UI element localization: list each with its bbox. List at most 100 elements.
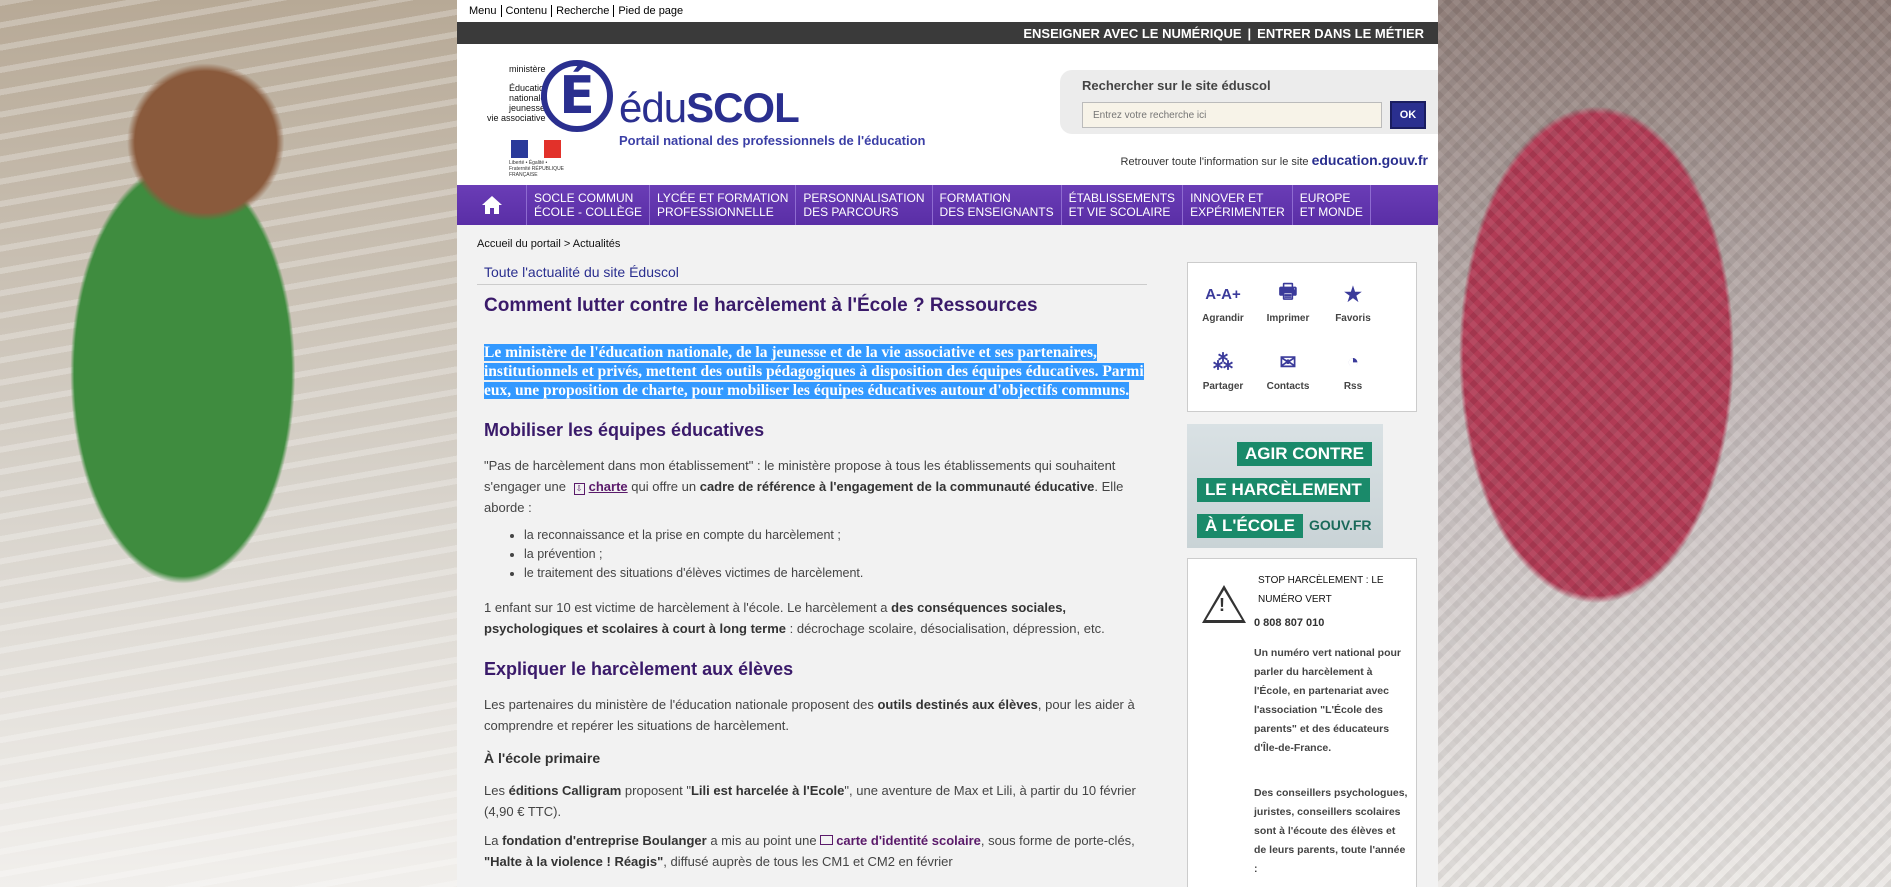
flag-caption: Liberté • Égalité • Fraternité RÉPUBLIQU…	[509, 160, 565, 178]
stop-harcelement-box: ! STOP HARCÈLEMENT : LE NUMÉRO VERT 0 80…	[1187, 558, 1417, 887]
nav-item-personnalisation[interactable]: Personnalisation des parcours	[796, 185, 933, 225]
section-heading-expliquer: Expliquer le harcèlement aux élèves	[484, 659, 794, 679]
tool-rss[interactable]: ◔ Rss	[1323, 349, 1383, 393]
paragraph-charte: "Pas de harcèlement dans mon établisseme…	[484, 455, 1154, 518]
skip-link-footer[interactable]: Pied de page	[614, 5, 687, 17]
nav-line: Innover et	[1190, 191, 1264, 205]
nav-line: Lycée et formation	[657, 191, 789, 205]
lead-text: Le ministère de l'éducation nationale, d…	[484, 344, 1144, 399]
nav-line: Établissements	[1068, 191, 1176, 205]
warning-mark: !	[1219, 595, 1225, 615]
background-photo-left	[0, 0, 457, 887]
eduscol-wordmark[interactable]: éduSCOL	[619, 84, 800, 132]
text: Les partenaires du ministère de l'éducat…	[484, 697, 874, 712]
nav-line: expérimenter	[1190, 205, 1285, 219]
page-container: Menu Contenu Recherche Pied de page ENSE…	[457, 0, 1438, 887]
stop-description: Un numéro vert national pour parler du h…	[1254, 647, 1402, 754]
nav-home[interactable]	[457, 185, 527, 225]
printer-icon: 🖶	[1278, 281, 1298, 303]
breadcrumb-home[interactable]: Accueil du portail	[477, 238, 561, 250]
skip-link-content[interactable]: Contenu	[502, 5, 553, 17]
search-input[interactable]	[1082, 102, 1382, 128]
nav-item-formation[interactable]: Formation des enseignants	[933, 185, 1062, 225]
topbar-link-numerique[interactable]: ENSEIGNER AVEC LE NUMÉRIQUE	[1017, 26, 1247, 41]
text: proposent "	[624, 783, 691, 798]
stop-description-2: Des conseillers psychologues, juristes, …	[1254, 787, 1408, 875]
rss-icon: ◔	[1346, 350, 1360, 373]
text: a mis au point une	[710, 833, 817, 848]
article-title: Comment lutter contre le harcèlement à l…	[484, 295, 1038, 316]
skip-link-menu[interactable]: Menu	[465, 5, 502, 17]
tool-partager[interactable]: ⁂ Partager	[1193, 349, 1253, 393]
topbar-link-metier[interactable]: ENTRER DANS LE MÉTIER	[1251, 26, 1430, 41]
nav-line: Europe	[1299, 191, 1351, 205]
search-label: Rechercher sur le site éduscol	[1082, 78, 1271, 93]
nav-line: des parcours	[803, 205, 899, 219]
text-bold: outils destinés aux élèves	[877, 697, 1038, 712]
subheading-primaire: À l'école primaire	[484, 750, 601, 766]
sidebar: A-A+ Agrandir 🖶 Imprimer ★ Favoris ⁂ Partage…	[1187, 262, 1417, 887]
nav-line: et monde	[1299, 205, 1363, 219]
nav-line: et vie scolaire	[1068, 205, 1171, 219]
edu-link-site[interactable]: education.gouv.fr	[1312, 152, 1428, 168]
article-content: Toute l'actualité du site Éduscol Commen…	[477, 260, 1177, 872]
text: La	[484, 833, 499, 848]
nav-item-europe[interactable]: Europe et monde	[1293, 185, 1371, 225]
carte-identite-link[interactable]: carte d'identité scolaire	[836, 833, 981, 848]
star-icon: ★	[1344, 283, 1362, 306]
tool-agrandir[interactable]: A-A+ Agrandir	[1193, 281, 1253, 325]
skip-links: Menu Contenu Recherche Pied de page	[457, 0, 1438, 22]
tool-label: Imprimer	[1266, 313, 1310, 324]
text: 1 enfant sur 10 est victime de harcèleme…	[484, 600, 888, 615]
education-gouv-link[interactable]: Retrouver toute l'information sur le sit…	[1121, 152, 1428, 168]
nav-line: Personnalisation	[803, 191, 925, 205]
top-bar: ENSEIGNER AVEC LE NUMÉRIQUE | ENTRER DAN…	[457, 22, 1438, 44]
site-tagline: Portail national des professionnels de l…	[619, 133, 926, 148]
article-kicker[interactable]: Toute l'actualité du site Éduscol	[477, 260, 1147, 285]
search-box: Rechercher sur le site éduscol OK	[1060, 70, 1438, 134]
search-submit-button[interactable]: OK	[1390, 101, 1426, 129]
main-navigation: Socle commun École - collège Lycée et for…	[457, 185, 1438, 225]
text-bold: Lili est harcelée à l'Ecole	[690, 783, 845, 798]
text: : décrochage scolaire, désocialisation, …	[789, 621, 1105, 636]
edu-link-text: Retrouver toute l'information sur le sit…	[1120, 156, 1309, 168]
text-bold: fondation d'entreprise Boulanger	[502, 833, 707, 848]
nav-item-lycee[interactable]: Lycée et formation professionnelle	[650, 185, 797, 225]
paragraph-outils: Les partenaires du ministère de l'éducat…	[484, 694, 1154, 736]
list-item: le traitement des situations d'élèves vi…	[524, 564, 1177, 583]
tool-contacts[interactable]: ✉ Contacts	[1258, 349, 1318, 393]
campaign-banner[interactable]: AGIR CONTRE LE HARCÈLEMENT À L'ÉCOLE GOU…	[1187, 424, 1383, 548]
tool-favoris[interactable]: ★ Favoris	[1323, 281, 1383, 325]
nav-line: des enseignants	[939, 205, 1054, 219]
nav-line: Socle commun	[534, 191, 634, 205]
campaign-line: AGIR CONTRE	[1237, 442, 1372, 466]
nav-line: Formation	[939, 191, 1011, 205]
nav-item-socle[interactable]: Socle commun École - collège	[527, 185, 651, 225]
tool-label: Rss	[1343, 381, 1363, 392]
charte-link[interactable]: charte	[589, 479, 628, 494]
breadcrumb-separator: >	[563, 238, 571, 250]
nav-item-etablissements[interactable]: Établissements et vie scolaire	[1062, 185, 1184, 225]
skip-link-search[interactable]: Recherche	[552, 5, 615, 17]
tool-label: Agrandir	[1202, 313, 1244, 324]
article-lead: Le ministère de l'éducation nationale, d…	[484, 343, 1144, 400]
breadcrumb: Accueil du portail > Actualités	[477, 238, 620, 250]
list-item: la prévention ;	[524, 545, 1177, 564]
envelope-icon: ✉	[1279, 351, 1297, 374]
tool-imprimer[interactable]: 🖶 Imprimer	[1258, 281, 1318, 324]
nav-line: professionnelle	[657, 205, 774, 219]
text-bold: cadre de référence à l'engagement de la …	[699, 479, 1095, 494]
eduscol-e-logo[interactable]: É	[541, 60, 613, 132]
pdf-icon: ⇩	[573, 483, 585, 495]
brand-light: édu	[619, 84, 687, 131]
text-bold: "Halte à la violence ! Réagis"	[484, 854, 664, 869]
text: , sous forme de porte-clés,	[980, 833, 1135, 848]
tool-label: Favoris	[1335, 313, 1371, 324]
campaign-line: LE HARCÈLEMENT	[1197, 478, 1370, 502]
text: Les	[484, 783, 505, 798]
stop-phone-number: 0 808 807 010	[1254, 617, 1325, 629]
nav-item-innover[interactable]: Innover et expérimenter	[1183, 185, 1293, 225]
paragraph-boulanger: La fondation d'entreprise Boulanger a mi…	[484, 830, 1154, 872]
site-header: ministère Éducation nationale jeunesse v…	[457, 44, 1438, 185]
french-flag-icon	[511, 140, 562, 158]
